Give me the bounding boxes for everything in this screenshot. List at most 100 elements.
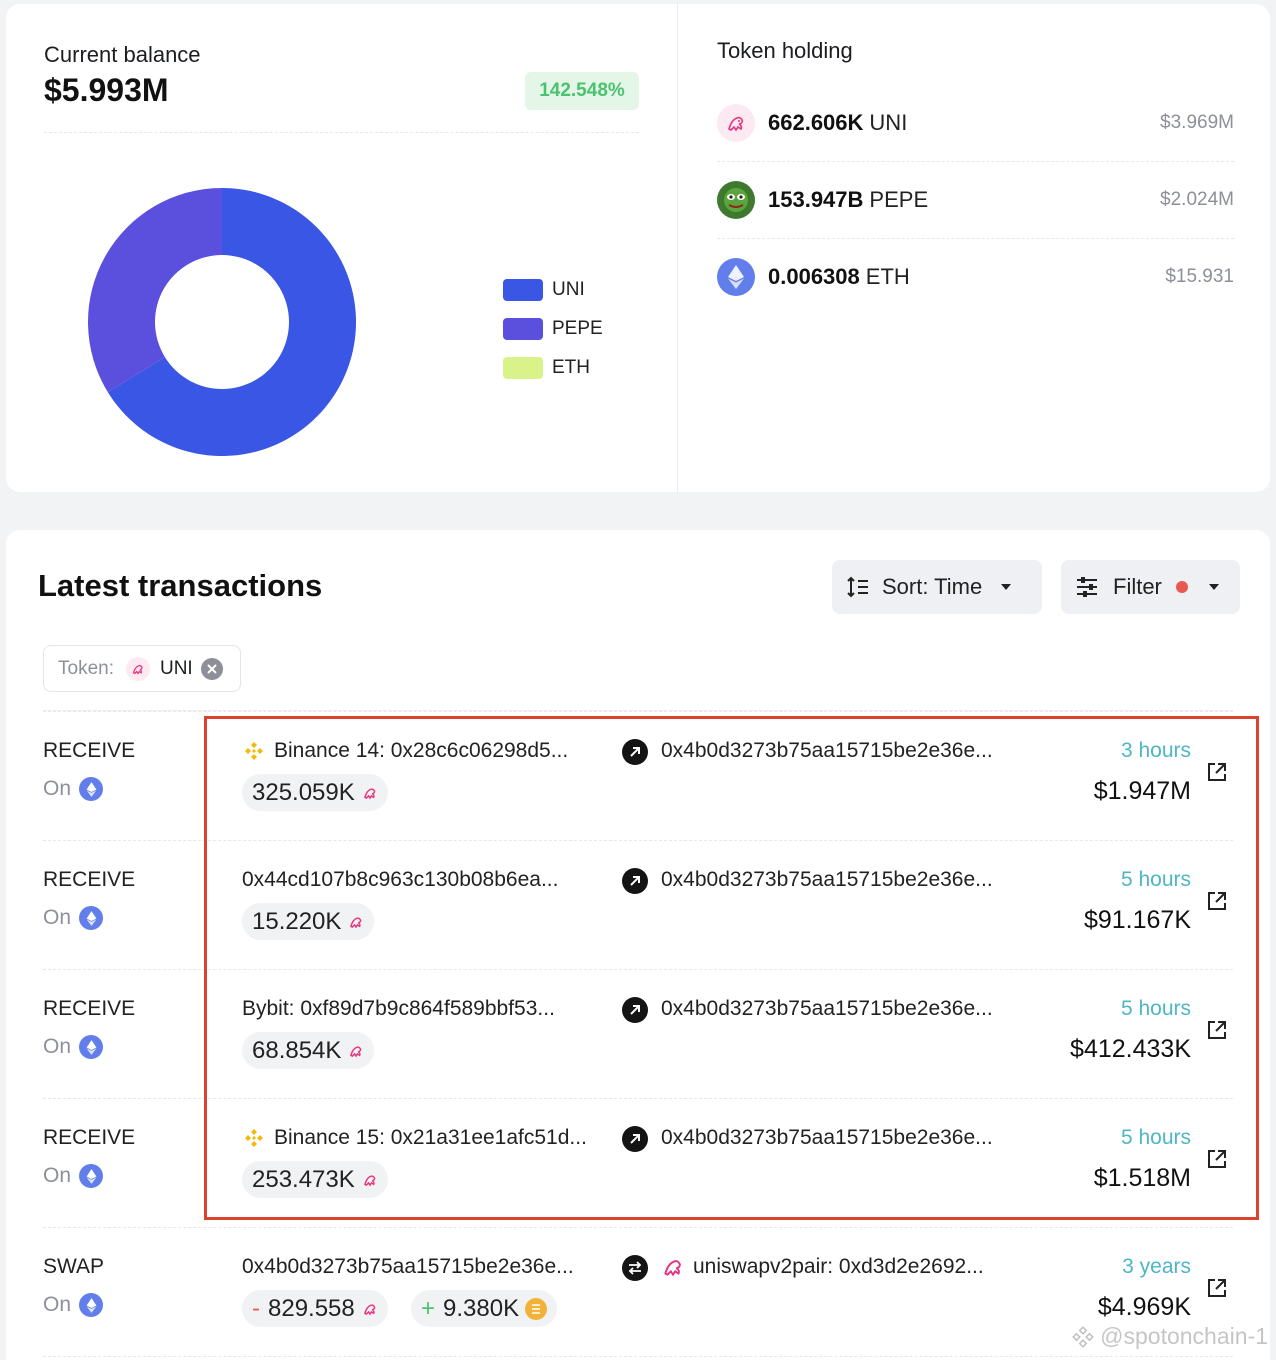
from-address[interactable]: 0x4b0d3273b75aa15715be2e36e... [242, 1255, 574, 1279]
external-link-icon[interactable] [1206, 890, 1228, 912]
token-holding-title: Token holding [717, 38, 853, 63]
arrow-up-right-icon [622, 868, 648, 894]
legend-swatch-pepe [503, 317, 543, 340]
transaction-row[interactable]: RECEIVE On Bybit: 0xf89d7b9c864f589bbf53… [43, 969, 1233, 1098]
amount-pill: 15.220K [242, 903, 375, 940]
uni-icon [350, 1045, 362, 1057]
minus-sign: - [252, 1294, 260, 1322]
divider [44, 132, 639, 133]
holding-row-eth[interactable]: 0.006308 ETH $15.931 [717, 238, 1234, 315]
eth-icon [717, 257, 755, 296]
to-address[interactable]: uniswapv2pair: 0xd3d2e2692... [661, 1255, 984, 1279]
swap-arrows-icon [622, 1255, 648, 1281]
eth-icon [79, 906, 104, 930]
balance-value: $5.993M [44, 72, 169, 108]
external-link-icon[interactable] [1206, 761, 1228, 783]
holding-symbol: ETH [865, 263, 910, 289]
transaction-time: 3 hours [1120, 739, 1191, 762]
watermark-logo-icon [1072, 1325, 1094, 1348]
eth-icon [79, 1164, 104, 1188]
amount-value: 325.059K [252, 778, 355, 806]
watermark: @spotonchain-1 [1070, 1323, 1268, 1350]
eth-icon [79, 1035, 104, 1059]
legend-label-pepe: PEPE [552, 317, 603, 339]
donut-slice-pepe[interactable] [87, 188, 222, 393]
external-link-icon[interactable] [1206, 1148, 1228, 1170]
transaction-row[interactable]: RECEIVE On Binance 14: 0x28c6c06298d5...… [43, 711, 1233, 840]
on-label: On [43, 1035, 72, 1058]
amount-value: 253.473K [252, 1165, 355, 1193]
external-link-icon[interactable] [1206, 1277, 1228, 1299]
chain-indicator: On [43, 1035, 104, 1059]
to-address[interactable]: 0x4b0d3273b75aa15715be2e36e... [661, 1126, 993, 1150]
holding-usd-value: $3.969M [1160, 111, 1234, 133]
on-label: On [43, 1164, 72, 1187]
amount-in-pill: + 9.380K [411, 1290, 558, 1327]
eth-coin-icon [525, 1297, 548, 1320]
token-filter-chip[interactable]: Token: UNI [43, 645, 241, 692]
transaction-row-swap[interactable]: SWAP On 0x4b0d3273b75aa15715be2e36e... u… [43, 1227, 1233, 1356]
transaction-usd-value: $91.167K [1083, 906, 1191, 934]
amount-value: 9.380K [443, 1294, 520, 1322]
transaction-time: 5 hours [1120, 997, 1191, 1020]
binance-icon [245, 1129, 263, 1147]
uni-icon [363, 1303, 376, 1315]
balance-label: Current balance [44, 42, 201, 67]
token-filter-value: UNI [159, 657, 193, 679]
uni-icon [363, 787, 376, 799]
eth-icon [79, 777, 104, 801]
arrow-up-right-icon [622, 739, 648, 765]
transaction-usd-value: $1.518M [1093, 1164, 1191, 1192]
to-address[interactable]: 0x4b0d3273b75aa15715be2e36e... [661, 739, 993, 763]
legend-swatch-uni [503, 278, 543, 301]
from-address-text: Binance 15: 0x21a31ee1afc51d... [274, 1126, 587, 1149]
balance-card: Current balance $5.993M 142.548% UNI PEP… [6, 4, 1270, 492]
holding-symbol: PEPE [869, 186, 929, 212]
plus-sign: + [421, 1294, 436, 1322]
from-address-text: 0x4b0d3273b75aa15715be2e36e... [242, 1255, 574, 1278]
uni-icon [363, 1174, 376, 1186]
transaction-usd-value: $412.433K [1070, 1035, 1191, 1063]
filter-button[interactable]: Filter [1061, 560, 1240, 614]
filter-active-dot [1175, 581, 1188, 593]
chart-legend: UNI PEPE ETH [503, 270, 603, 387]
holding-symbol: UNI [869, 109, 908, 135]
holding-usd-value: $15.931 [1165, 265, 1234, 287]
arrow-up-right-icon [622, 1126, 648, 1152]
from-address[interactable]: Binance 14: 0x28c6c06298d5... [242, 739, 568, 763]
holding-row-pepe[interactable]: 153.947B PEPE $2.024M [717, 161, 1234, 238]
sort-label: Sort: Time [882, 574, 983, 599]
external-link-icon[interactable] [1206, 1019, 1228, 1041]
caret-down-icon [1001, 584, 1012, 590]
uni-icon [717, 103, 755, 142]
filter-label: Filter [1113, 574, 1162, 599]
holding-row-uni[interactable]: 662.606K UNI $3.969M [717, 84, 1234, 161]
watermark-text: @spotonchain-1 [1100, 1323, 1268, 1349]
amount-pill: 253.473K [242, 1161, 388, 1198]
amount-value: 68.854K [252, 1036, 342, 1064]
transaction-row[interactable]: RECEIVE On 0x44cd107b8c963c130b08b6ea...… [43, 840, 1233, 969]
from-address[interactable]: 0x44cd107b8c963c130b08b6ea... [242, 868, 558, 892]
holding-usd-value: $2.024M [1160, 188, 1234, 210]
on-label: On [43, 777, 72, 800]
remove-filter-icon[interactable] [200, 657, 223, 680]
from-address[interactable]: Binance 15: 0x21a31ee1afc51d... [242, 1126, 587, 1150]
transaction-type: RECEIVE [43, 1126, 136, 1149]
transaction-time: 5 hours [1120, 1126, 1191, 1149]
amount-value: 829.558 [268, 1294, 355, 1322]
amount-out-pill: - 829.558 [242, 1290, 388, 1327]
from-address[interactable]: Bybit: 0xf89d7b9c864f589bbf53... [242, 997, 555, 1021]
transaction-usd-value: $4.969K [1097, 1293, 1191, 1321]
to-address[interactable]: 0x4b0d3273b75aa15715be2e36e... [661, 997, 993, 1021]
transactions-title: Latest transactions [38, 568, 323, 603]
chain-indicator: On [43, 1164, 104, 1188]
holding-amount: 0.006308 [768, 263, 860, 289]
transaction-row[interactable]: RECEIVE On Binance 15: 0x21a31ee1afc51d.… [43, 1098, 1233, 1227]
legend-swatch-eth [503, 356, 543, 379]
amount-value: 15.220K [252, 907, 342, 935]
from-address-text: Bybit: 0xf89d7b9c864f589bbf53... [242, 997, 555, 1020]
transaction-time: 5 hours [1120, 868, 1191, 891]
to-address[interactable]: 0x4b0d3273b75aa15715be2e36e... [661, 868, 993, 892]
sort-icon [847, 576, 868, 598]
sort-button[interactable]: Sort: Time [832, 560, 1042, 614]
